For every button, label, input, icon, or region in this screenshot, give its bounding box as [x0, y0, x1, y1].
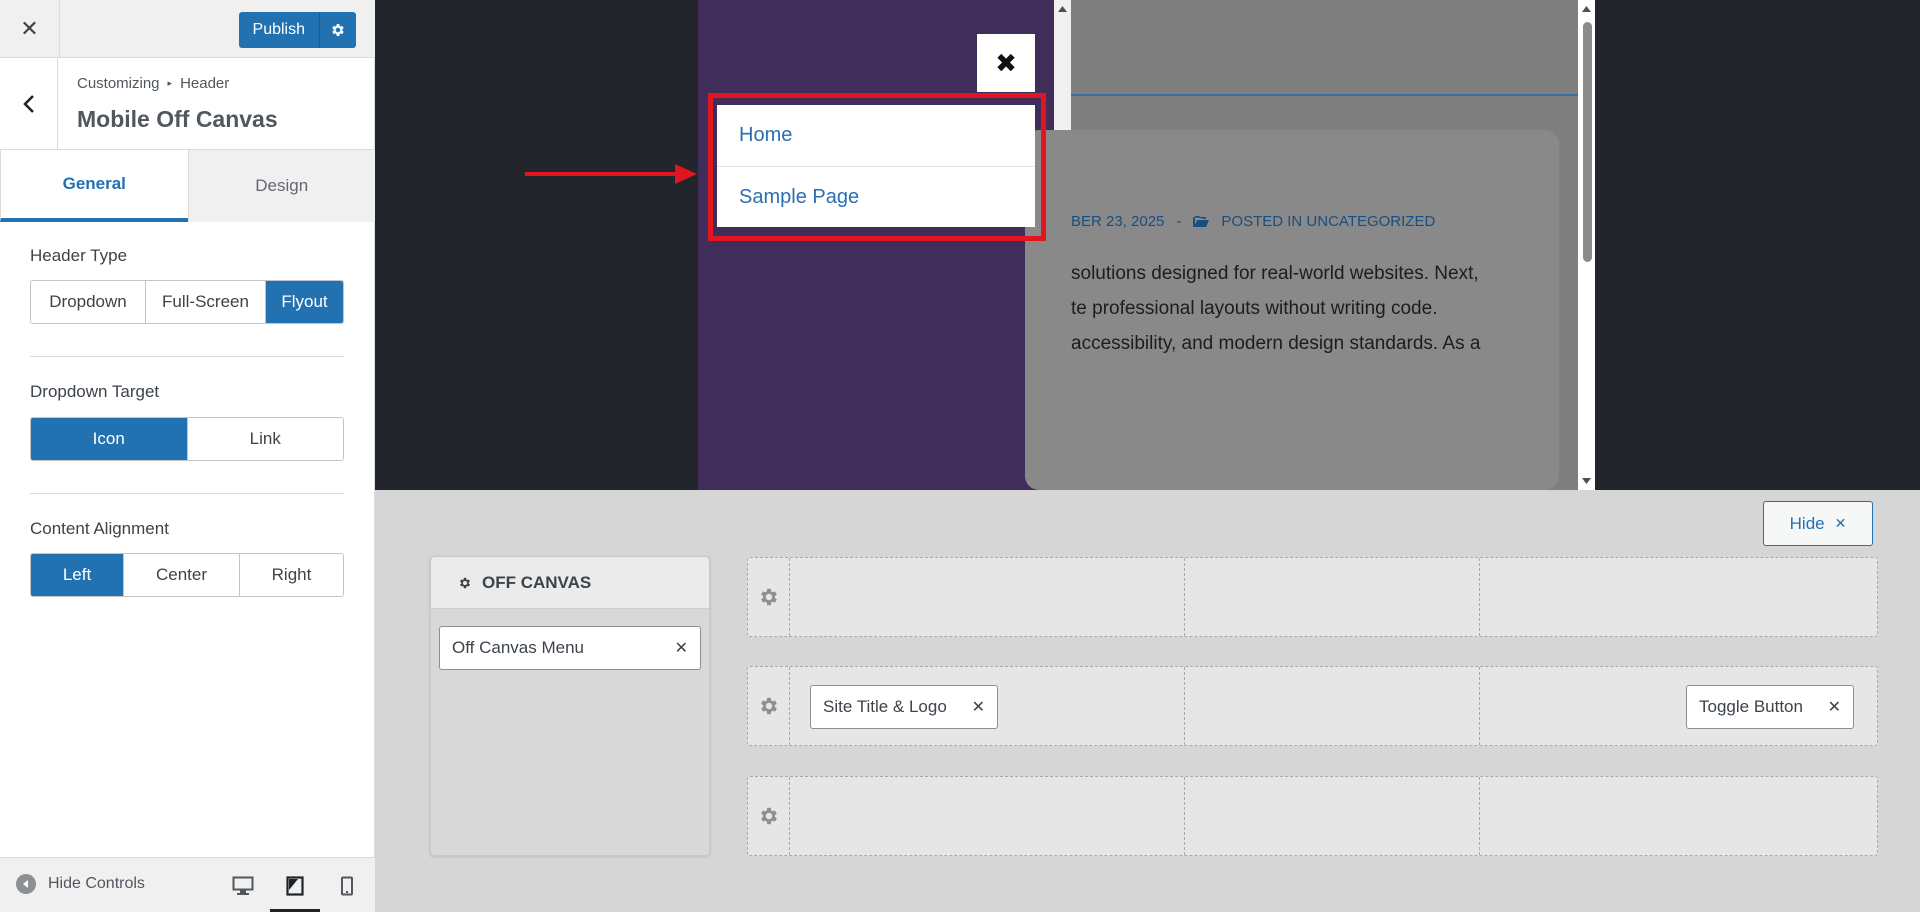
builder-row-bottom	[747, 776, 1878, 856]
gear-icon	[459, 577, 471, 588]
page-title: Mobile Off Canvas	[77, 106, 278, 132]
close-icon: ✕	[1834, 515, 1847, 531]
builder-row-top	[747, 557, 1878, 637]
header-border	[1071, 94, 1594, 96]
hide-controls-label: Hide Controls	[48, 875, 145, 892]
row-settings-button[interactable]	[748, 558, 790, 636]
meta-separator: -	[1176, 213, 1182, 230]
dropdown-target-label: Dropdown Target	[30, 382, 160, 401]
row-column-divider	[1184, 667, 1185, 745]
remove-icon[interactable]: ✕	[972, 697, 985, 717]
alignment-center[interactable]: Center	[123, 554, 239, 596]
desktop-icon	[232, 876, 254, 895]
divider	[30, 356, 344, 357]
header-type-fullscreen[interactable]: Full-Screen	[145, 281, 265, 323]
dropdown-target-link[interactable]: Link	[186, 418, 343, 460]
collapse-icon	[16, 874, 36, 894]
row-column-divider	[1184, 777, 1185, 855]
dropdown-target-icon[interactable]: Icon	[31, 418, 187, 460]
breadcrumb-child: Header	[180, 75, 230, 92]
site-title-logo-item[interactable]: Site Title & Logo ✕	[810, 685, 998, 729]
publish-settings-button[interactable]	[319, 12, 356, 48]
divider	[30, 493, 344, 494]
header-type-flyout[interactable]: Flyout	[265, 281, 343, 323]
scroll-up-icon	[1058, 6, 1067, 12]
publish-button[interactable]: Publish	[238, 12, 319, 48]
remove-icon[interactable]: ✕	[1828, 697, 1841, 717]
page-scrollbar-thumb[interactable]	[1583, 22, 1592, 262]
section-header: Customizing ▸ Header Mobile Off Canvas	[0, 58, 375, 150]
item-label: Toggle Button	[1699, 697, 1803, 716]
customizer-topbar: ✕ Publish	[0, 0, 375, 58]
alignment-right[interactable]: Right	[239, 554, 343, 596]
header-type-dropdown[interactable]: Dropdown	[31, 281, 145, 323]
off-canvas-title: OFF CANVAS	[482, 572, 592, 592]
gear-icon	[760, 807, 777, 825]
breadcrumb-parent: Customizing	[77, 75, 160, 92]
row-column-divider	[1479, 667, 1480, 745]
preview-tablet-button[interactable]	[270, 870, 320, 912]
remove-icon[interactable]: ✕	[675, 638, 688, 658]
row-settings-button[interactable]	[748, 667, 790, 745]
row-column-divider	[1479, 558, 1480, 636]
off-canvas-panel-header[interactable]: OFF CANVAS	[431, 557, 709, 609]
close-customizer-button[interactable]: ✕	[0, 0, 60, 58]
alignment-left[interactable]: Left	[31, 554, 123, 596]
breadcrumb: Customizing ▸ Header	[77, 75, 229, 92]
close-icon: ✕	[20, 16, 39, 41]
post-date: BER 23, 2025	[1071, 213, 1165, 230]
preview-desktop-button[interactable]	[218, 870, 268, 902]
customizer-sidebar: ✕ Publish Customizing ▸ Header Mobile Of…	[0, 0, 375, 912]
annotation-highlight-box	[708, 93, 1046, 241]
gear-icon	[760, 697, 777, 715]
scroll-up-icon	[1582, 6, 1591, 12]
breadcrumb-separator-icon: ▸	[167, 78, 173, 88]
hide-label: Hide	[1789, 513, 1825, 533]
item-label: Off Canvas Menu	[452, 638, 584, 657]
dropdown-target-group: Icon Link	[30, 417, 344, 461]
scroll-down-icon	[1582, 478, 1591, 484]
hide-controls-button[interactable]: Hide Controls	[16, 874, 145, 894]
off-canvas-menu-item[interactable]: Off Canvas Menu ✕	[439, 626, 701, 670]
content-alignment-group: Left Center Right	[30, 553, 344, 597]
gear-icon	[760, 588, 777, 606]
excerpt-line: accessibility, and modern design standar…	[1071, 333, 1481, 354]
site-preview: BER 23, 2025 - POSTED IN UNCATEGORIZED s…	[375, 0, 1920, 490]
excerpt-line: te professional layouts without writing …	[1071, 298, 1438, 319]
publish-group: Publish	[238, 12, 356, 48]
toggle-button-item[interactable]: Toggle Button ✕	[1686, 685, 1854, 729]
customizer-footer: Hide Controls	[0, 857, 375, 912]
post-meta: BER 23, 2025 - POSTED IN UNCATEGORIZED	[1071, 213, 1435, 230]
row-settings-button[interactable]	[748, 777, 790, 855]
chevron-left-icon	[22, 95, 34, 113]
post-excerpt: solutions designed for real-world websit…	[1071, 256, 1480, 361]
content-alignment-label: Content Alignment	[30, 519, 169, 538]
hide-builder-button[interactable]: Hide ✕	[1763, 501, 1873, 546]
off-canvas-close-button[interactable]: ✖	[977, 34, 1035, 92]
header-builder: Hide ✕ OFF CANVAS Off Canvas Menu ✕ Site…	[375, 490, 1920, 912]
header-type-label: Header Type	[30, 246, 128, 265]
gear-icon	[332, 24, 344, 36]
annotation-arrowhead-icon	[675, 164, 697, 184]
mobile-icon	[341, 876, 353, 896]
header-type-group: Dropdown Full-Screen Flyout	[30, 280, 344, 324]
row-column-divider	[1479, 777, 1480, 855]
tablet-icon	[286, 876, 304, 896]
annotation-arrow-icon	[525, 172, 680, 176]
post-category[interactable]: POSTED IN UNCATEGORIZED	[1221, 213, 1435, 230]
item-label: Site Title & Logo	[823, 697, 947, 716]
panel-tabs: General Design	[0, 150, 375, 222]
tab-design[interactable]: Design	[187, 150, 375, 222]
folder-icon	[1193, 216, 1210, 227]
off-canvas-panel-builder: OFF CANVAS	[430, 556, 710, 856]
back-button[interactable]	[0, 58, 58, 150]
row-column-divider	[1184, 558, 1185, 636]
excerpt-line: solutions designed for real-world websit…	[1071, 263, 1479, 284]
tab-general[interactable]: General	[0, 150, 188, 222]
preview-mobile-button[interactable]	[322, 870, 372, 902]
